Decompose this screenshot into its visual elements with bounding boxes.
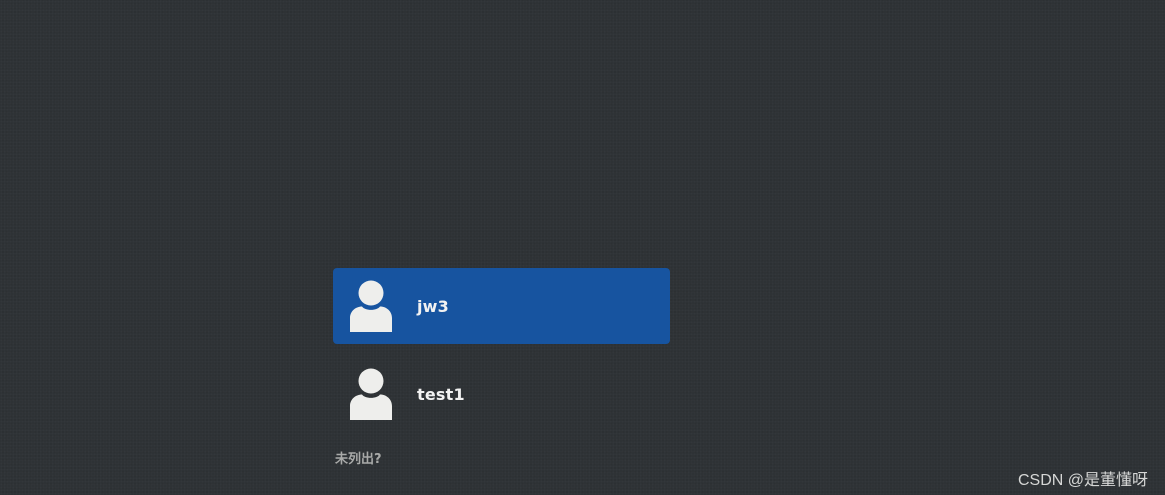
watermark: CSDN @是董懂呀 <box>1017 472 1148 489</box>
user-list: jw3 test1 <box>333 268 670 444</box>
user-item-test1[interactable]: test1 <box>333 356 670 432</box>
user-name: jw3 <box>417 296 449 316</box>
user-avatar-icon <box>350 280 392 332</box>
not-listed-link[interactable]: 未列出? <box>335 448 382 467</box>
user-avatar-icon <box>350 368 392 420</box>
user-name: test1 <box>417 384 465 404</box>
user-item-jw3[interactable]: jw3 <box>333 268 670 344</box>
